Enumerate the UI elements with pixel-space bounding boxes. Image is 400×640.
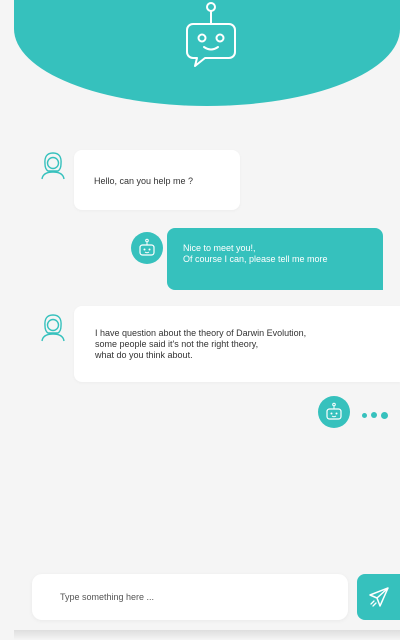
message-text: Of course I can, please tell me more [183, 254, 328, 264]
bot-avatar [318, 396, 350, 428]
message-input-bar [32, 574, 348, 620]
message-text: some people said it's not the right theo… [95, 339, 259, 349]
message-bubble-bot: Nice to meet you!, Of course I can, plea… [167, 228, 383, 290]
send-button[interactable] [357, 574, 400, 620]
chat-screen: Hello, can you help me ? Nice to meet yo… [14, 0, 400, 634]
bot-avatar [131, 232, 163, 264]
message-text: what do you think about. [95, 350, 193, 360]
message-text: I have question about the theory of Darw… [95, 328, 307, 338]
bottom-edge [14, 630, 400, 640]
message-text: Hello, can you help me ? [94, 176, 194, 186]
message-bubble-user: I have question about the theory of Darw… [74, 306, 400, 382]
message-bubble-user: Hello, can you help me ? [74, 150, 240, 210]
header [14, 0, 400, 106]
robot-icon [139, 238, 155, 256]
message-input[interactable] [60, 588, 330, 606]
robot-icon [326, 402, 342, 420]
message-text: Nice to meet you!, [183, 243, 256, 253]
send-icon [368, 587, 389, 607]
typing-dots [362, 409, 388, 421]
user-avatar-icon [41, 314, 65, 342]
typing-dot [381, 411, 388, 419]
user-avatar-icon [41, 152, 65, 180]
typing-dot [371, 412, 377, 418]
typing-dot [362, 412, 367, 418]
robot-icon [186, 2, 236, 67]
